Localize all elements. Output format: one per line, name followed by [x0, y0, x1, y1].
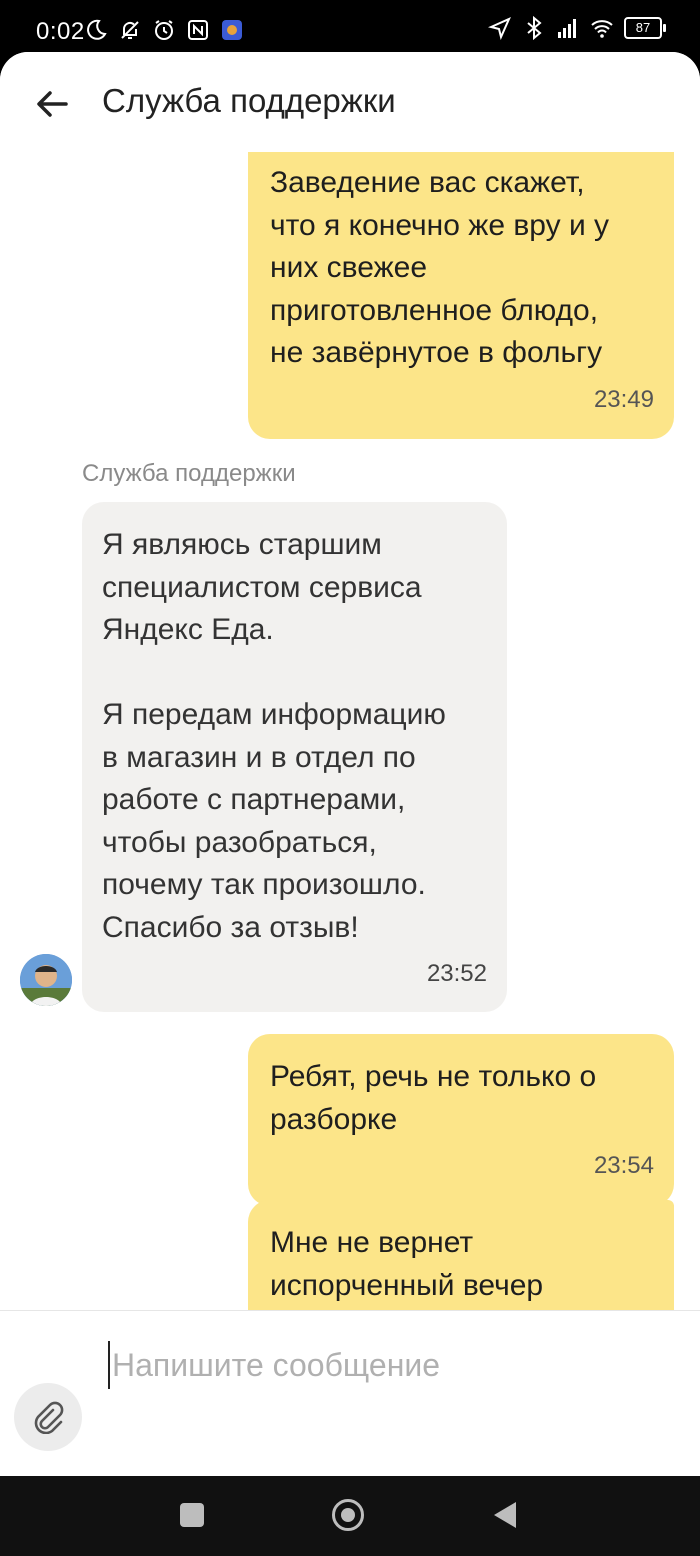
- bluetooth-icon: [527, 16, 542, 40]
- alarm-icon: [155, 20, 173, 40]
- outgoing-message[interactable]: Заведение вас скажет, что я конечно же в…: [248, 152, 674, 439]
- paperclip-icon: [34, 1401, 64, 1434]
- wifi-icon: [591, 20, 613, 38]
- app-icon: [222, 20, 242, 40]
- attach-button[interactable]: [14, 1383, 82, 1451]
- page-title: Служба поддержки: [102, 82, 396, 119]
- message-time: 23:49: [593, 385, 654, 413]
- message-text: Мне не вернет испорченный вечер: [270, 1226, 544, 1302]
- home-button[interactable]: [332, 1499, 364, 1531]
- message-list[interactable]: Заведение вас скажет, что я конечно же в…: [0, 152, 700, 1310]
- battery-icon: 87: [624, 17, 666, 39]
- outgoing-message[interactable]: Мне не вернет испорченный вечер: [248, 1200, 674, 1310]
- signal-icon: [558, 19, 576, 38]
- message-input[interactable]: [108, 1341, 674, 1389]
- chat-screen: Служба поддержки Заведение вас скажет, ч…: [0, 52, 700, 1476]
- status-bar: 0:02 87: [0, 0, 700, 60]
- nfc-icon: [188, 20, 208, 40]
- message-text: Ребят, речь не только о разборке: [270, 1060, 597, 1136]
- app-header: Служба поддержки: [0, 52, 700, 152]
- message-text: Я являюсь старшим специалистом сервиса Я…: [102, 528, 446, 944]
- incoming-message[interactable]: Я являюсь старшим специалистом сервиса Я…: [82, 502, 507, 1012]
- sender-name: Служба поддержки: [82, 460, 296, 487]
- system-nav-bar: [0, 1476, 700, 1556]
- support-agent-avatar: [20, 954, 72, 1006]
- back-button[interactable]: [494, 1502, 516, 1528]
- status-time: 0:02: [36, 18, 85, 45]
- outgoing-message[interactable]: Ребят, речь не только о разборке 23:54: [248, 1034, 674, 1206]
- message-composer: [0, 1310, 700, 1476]
- bell-off-icon: [121, 21, 139, 39]
- moon-icon: [87, 19, 107, 40]
- message-time: 23:52: [426, 960, 487, 987]
- location-icon: [488, 17, 511, 40]
- recents-button[interactable]: [180, 1503, 204, 1527]
- message-text: Заведение вас скажет, что я конечно же в…: [270, 166, 610, 369]
- message-time: 23:54: [593, 1152, 654, 1179]
- back-arrow-icon[interactable]: [30, 82, 74, 126]
